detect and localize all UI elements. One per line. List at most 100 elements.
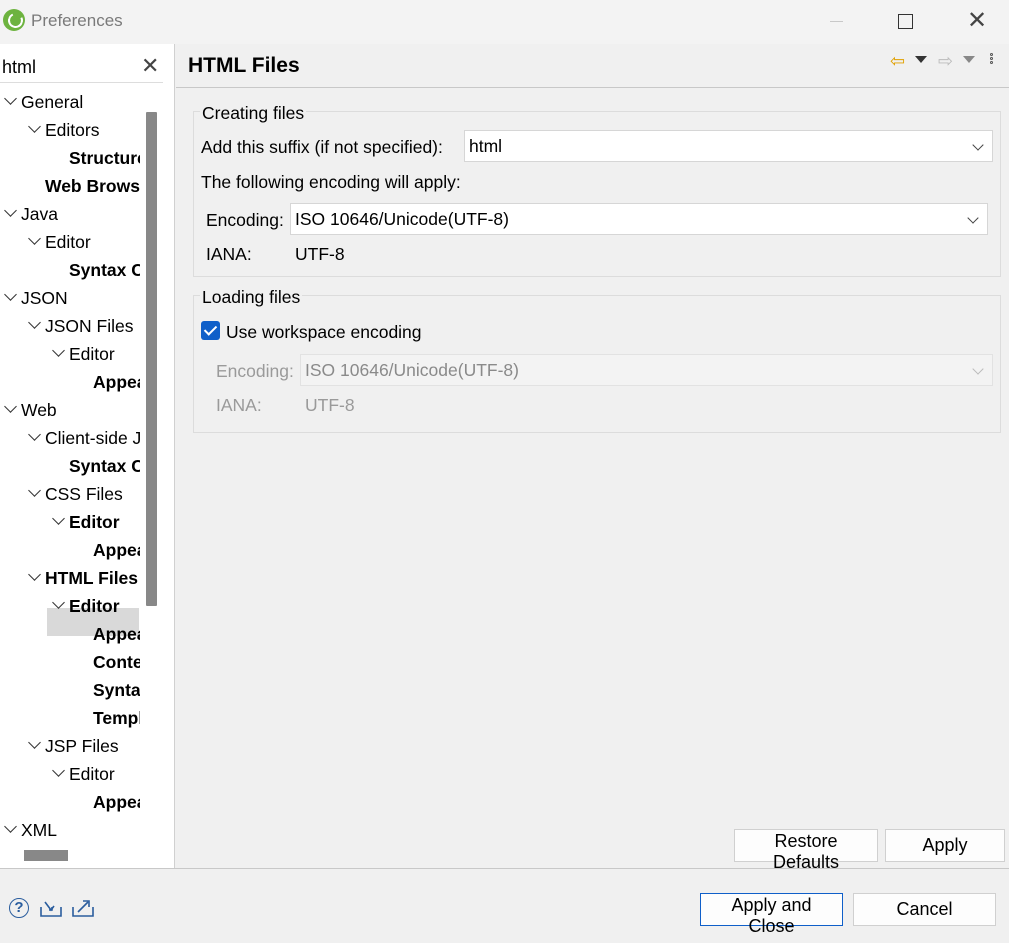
forward-arrow-icon[interactable]: ⇨ bbox=[938, 51, 953, 72]
suffix-label: Add this suffix (if not specified): bbox=[201, 137, 443, 157]
tree-item-label: Appearance bbox=[93, 540, 140, 560]
tree-item[interactable]: Content Assist bbox=[75, 648, 140, 676]
tree-item[interactable]: Editors bbox=[27, 116, 140, 144]
chevron-down-icon[interactable] bbox=[3, 200, 21, 228]
tree-item[interactable]: Editor bbox=[27, 228, 140, 256]
chevron-down-icon[interactable] bbox=[51, 340, 69, 368]
footer-separator bbox=[0, 868, 1009, 869]
creating-encoding-value: ISO 10646/Unicode(UTF-8) bbox=[295, 209, 509, 229]
tree-item-label: JSP Files bbox=[45, 736, 119, 756]
chevron-down-icon[interactable] bbox=[27, 480, 45, 508]
close-button[interactable]: ✕ bbox=[954, 0, 1000, 42]
loading-encoding-label: Encoding: bbox=[216, 361, 294, 381]
header-separator bbox=[176, 87, 1009, 88]
tree-item-label: CSS Files bbox=[45, 484, 123, 504]
use-workspace-encoding-label[interactable]: Use workspace encoding bbox=[226, 322, 422, 343]
apply-and-close-button[interactable]: Apply and Close bbox=[700, 893, 843, 936]
tree-item[interactable]: Editor bbox=[51, 592, 140, 620]
tree-item[interactable]: Appearance bbox=[75, 788, 140, 816]
tree-item[interactable]: JSON bbox=[3, 284, 140, 312]
tree-item[interactable]: Syntax Coloring bbox=[51, 452, 140, 480]
loading-iana-value: UTF-8 bbox=[305, 395, 355, 415]
chevron-down-icon[interactable] bbox=[27, 564, 45, 592]
loading-encoding-value: ISO 10646/Unicode(UTF-8) bbox=[305, 360, 519, 380]
forward-dropdown-icon[interactable] bbox=[963, 56, 975, 63]
encoding-note: The following encoding will apply: bbox=[201, 172, 461, 192]
tree-item-label: General bbox=[21, 92, 84, 112]
tree-item[interactable]: General bbox=[3, 88, 140, 116]
chevron-down-icon[interactable] bbox=[51, 508, 69, 536]
cancel-button[interactable]: Cancel bbox=[853, 893, 996, 926]
tree-item[interactable]: Appearance bbox=[75, 620, 140, 648]
tree-item[interactable]: JSP Files bbox=[27, 732, 140, 760]
tree-item[interactable]: Appearance bbox=[75, 368, 140, 396]
chevron-down-icon[interactable] bbox=[3, 284, 21, 312]
chevron-down-icon[interactable] bbox=[27, 116, 45, 144]
tree-item-label: Editor bbox=[69, 512, 120, 532]
import-icon[interactable] bbox=[40, 899, 62, 918]
chevron-down-icon[interactable] bbox=[51, 760, 69, 788]
tree-item-label: JSON bbox=[21, 288, 68, 308]
tree-item-label: Editor bbox=[69, 764, 115, 784]
tree-item[interactable]: CSS Files bbox=[27, 480, 140, 508]
creating-encoding-label: Encoding: bbox=[206, 210, 284, 230]
tree-item[interactable]: Web bbox=[3, 396, 140, 424]
back-arrow-icon[interactable]: ⇦ bbox=[890, 51, 905, 72]
loading-encoding-combo: ISO 10646/Unicode(UTF-8) bbox=[300, 354, 993, 386]
tree-item-label: Java bbox=[21, 204, 58, 224]
suffix-combo[interactable]: html bbox=[464, 130, 993, 162]
chevron-down-icon[interactable] bbox=[51, 592, 69, 620]
tree-item[interactable]: XML bbox=[3, 816, 140, 844]
tree-item-label: Appearance bbox=[93, 372, 140, 392]
chevron-down-icon[interactable] bbox=[3, 816, 21, 844]
tree-item-label: Editors bbox=[45, 120, 100, 140]
creating-encoding-combo[interactable]: ISO 10646/Unicode(UTF-8) bbox=[290, 203, 988, 235]
chevron-down-icon bbox=[967, 212, 979, 224]
preferences-window: Preferences ✕ ✕ General Editors Structured… bbox=[0, 0, 1009, 943]
tree-item-label: Editor bbox=[69, 344, 115, 364]
chevron-down-icon[interactable] bbox=[3, 88, 21, 116]
clear-filter-icon[interactable]: ✕ bbox=[141, 53, 159, 79]
tree-vertical-scrollbar[interactable] bbox=[146, 112, 157, 606]
tree-item[interactable]: Client-side JavaScript bbox=[27, 424, 140, 452]
preference-tree: General Editors Structured Text Editors Web… bbox=[0, 88, 140, 844]
chevron-down-icon[interactable] bbox=[27, 228, 45, 256]
tree-horizontal-scrollbar[interactable] bbox=[24, 850, 68, 861]
question-icon[interactable]: ? bbox=[9, 898, 29, 918]
suffix-combo-value: html bbox=[469, 136, 503, 156]
tree-item[interactable]: JSON Files bbox=[27, 312, 140, 340]
tree-item-label: Appearance bbox=[93, 624, 140, 644]
view-menu-icon[interactable] bbox=[990, 53, 994, 69]
use-workspace-encoding-checkbox[interactable] bbox=[201, 321, 220, 340]
chevron-down-icon[interactable] bbox=[27, 312, 45, 340]
tree-item[interactable]: HTML Files bbox=[27, 564, 140, 592]
tree-item[interactable]: Structured Text Editors bbox=[51, 144, 140, 172]
tree-item[interactable]: Syntax Coloring bbox=[51, 256, 140, 284]
chevron-down-icon[interactable] bbox=[3, 396, 21, 424]
tree-item-label: XML bbox=[21, 820, 57, 840]
tree-item[interactable]: Editor bbox=[51, 508, 140, 536]
maximize-button[interactable] bbox=[882, 0, 928, 42]
tree-item-label: JSON Files bbox=[45, 316, 134, 336]
tree-item[interactable]: Editor bbox=[51, 340, 140, 368]
tree-item-label: Web Browser bbox=[45, 176, 140, 196]
tree-item-label: HTML Files bbox=[45, 568, 139, 588]
tree-item[interactable]: Web Browser bbox=[27, 172, 140, 200]
minimize-button[interactable] bbox=[813, 0, 859, 42]
creating-iana-value: UTF-8 bbox=[295, 244, 345, 264]
tree-item-label: Templates bbox=[93, 708, 140, 728]
chevron-down-icon[interactable] bbox=[27, 732, 45, 760]
tree-item[interactable]: Java bbox=[3, 200, 140, 228]
tree-item[interactable]: Templates bbox=[75, 704, 140, 732]
export-icon[interactable] bbox=[72, 898, 94, 918]
restore-defaults-button[interactable]: Restore Defaults bbox=[734, 829, 878, 872]
filter-box: ✕ bbox=[0, 52, 163, 83]
loading-iana-label: IANA: bbox=[216, 395, 262, 415]
tree-item[interactable]: Syntax Coloring bbox=[75, 676, 140, 704]
back-dropdown-icon[interactable] bbox=[915, 56, 927, 63]
chevron-down-icon[interactable] bbox=[27, 424, 45, 452]
tree-item[interactable]: Appearance bbox=[75, 536, 140, 564]
apply-button[interactable]: Apply bbox=[885, 829, 1005, 862]
tree-item[interactable]: Editor bbox=[51, 760, 140, 788]
filter-input[interactable] bbox=[2, 54, 132, 80]
